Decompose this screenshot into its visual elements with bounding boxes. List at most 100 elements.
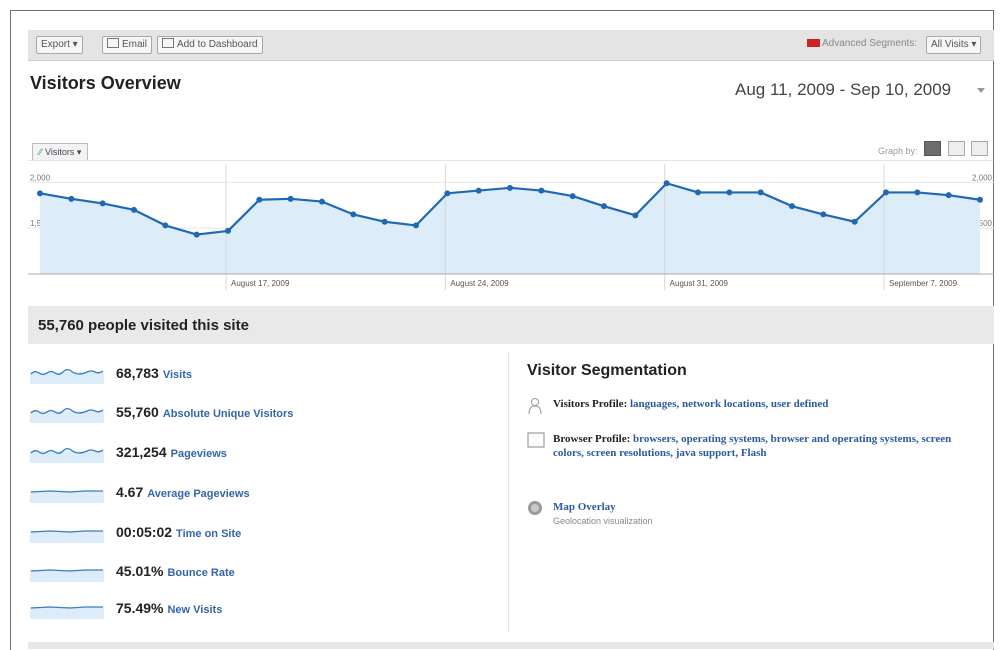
- data-point: [350, 211, 357, 218]
- browser-profile-text: Browser Profile: browsers, operating sys…: [553, 432, 983, 460]
- globe-icon: [528, 501, 542, 515]
- chevron-down-icon[interactable]: [977, 88, 985, 93]
- metric-number: 00:05:02: [116, 524, 173, 540]
- metric-label-link[interactable]: Visits: [163, 369, 192, 381]
- segment-link[interactable]: languages,: [630, 398, 679, 410]
- data-point: [757, 189, 764, 196]
- sparkline-fill: [30, 570, 104, 582]
- segment-link[interactable]: network locations,: [682, 398, 768, 410]
- sparkline-icon[interactable]: [30, 483, 104, 503]
- metric-label-link[interactable]: Average Pageviews: [147, 488, 249, 500]
- data-point: [193, 231, 200, 238]
- sparkline-icon[interactable]: [30, 443, 104, 463]
- browser-window-icon: [527, 432, 545, 448]
- data-point: [945, 192, 952, 199]
- metric-label-link[interactable]: New Visits: [167, 604, 222, 616]
- sparkline-icon[interactable]: [30, 562, 104, 582]
- page-title: Visitors Overview: [30, 73, 181, 93]
- metric-selector-tab[interactable]: ⁄⁄ Visitors ▾: [32, 143, 89, 160]
- map-overlay-link[interactable]: Map Overlay: [553, 501, 616, 513]
- sparkline-fill: [30, 531, 104, 543]
- segment-link[interactable]: screen resolutions,: [587, 447, 673, 459]
- visitors-chart[interactable]: 2,0002,0001,5001,500August 17, 2009Augus…: [28, 160, 994, 300]
- bottom-strip: [28, 642, 994, 649]
- flag-icon: [807, 39, 820, 47]
- segment-link[interactable]: user defined: [771, 398, 829, 410]
- export-button[interactable]: Export ▾: [36, 36, 83, 54]
- email-label: Email: [122, 39, 148, 50]
- map-overlay-row: Map Overlay Geolocation visualization: [527, 500, 987, 534]
- metric-number: 68,783: [116, 365, 159, 381]
- map-overlay-subtitle: Geolocation visualization: [553, 516, 653, 526]
- browser-profile-label: Browser Profile:: [553, 433, 631, 445]
- y-tick-label-right: 2,000: [972, 173, 993, 182]
- metric-value: 321,254 Pageviews: [116, 444, 227, 460]
- report-toolbar: Export ▾ Email Add to Dashboard Advanced…: [28, 30, 994, 61]
- data-point: [68, 195, 75, 202]
- email-button[interactable]: Email: [102, 36, 153, 54]
- graph-by-month-button[interactable]: [971, 141, 988, 156]
- x-tick-label: August 24, 2009: [450, 279, 509, 288]
- metric-label-link[interactable]: Pageviews: [171, 448, 227, 460]
- column-divider: [508, 352, 509, 632]
- metric-number: 75.49%: [116, 600, 164, 616]
- data-point: [726, 189, 733, 196]
- sparkline-icon[interactable]: [30, 523, 104, 543]
- visitors-profile-label: Visitors Profile:: [553, 398, 628, 410]
- segment-select-value: All Visits ▾: [931, 39, 977, 50]
- sparkline-icon[interactable]: [30, 599, 104, 619]
- line-graph-icon: ⁄⁄: [39, 147, 43, 157]
- browser-profile-row: Browser Profile: browsers, operating sys…: [527, 432, 987, 478]
- segment-link[interactable]: browser and operating systems,: [771, 433, 919, 445]
- date-range-picker[interactable]: Aug 11, 2009 - Sep 10, 2009: [735, 80, 951, 100]
- data-point: [99, 200, 106, 207]
- data-point: [256, 196, 263, 203]
- sparkline-fill: [30, 491, 104, 503]
- data-point: [538, 187, 545, 194]
- visitor-segmentation-title: Visitor Segmentation: [527, 362, 687, 379]
- metric-number: 4.67: [116, 484, 144, 500]
- metric-label-link[interactable]: Time on Site: [176, 528, 241, 540]
- metric-value: 4.67 Average Pageviews: [116, 484, 250, 500]
- sparkline-icon[interactable]: [30, 364, 104, 384]
- sparkline-fill: [30, 607, 104, 619]
- email-icon: [107, 38, 119, 48]
- data-point: [851, 218, 858, 225]
- metric-selector-label: Visitors ▾: [45, 147, 82, 157]
- sparkline-icon[interactable]: [30, 403, 104, 423]
- data-point: [663, 180, 670, 187]
- metric-label-link[interactable]: Absolute Unique Visitors: [163, 408, 294, 420]
- segment-link[interactable]: Flash: [741, 447, 767, 459]
- data-point: [601, 203, 607, 210]
- x-tick-label: August 17, 2009: [231, 279, 290, 288]
- dashboard-icon: [162, 38, 174, 48]
- data-point: [695, 189, 701, 196]
- summary-headline: 55,760 people visited this site: [38, 317, 249, 334]
- data-point: [977, 196, 983, 203]
- graph-by-day-button[interactable]: [924, 141, 941, 156]
- data-point: [820, 211, 827, 218]
- visitors-profile-row: Visitors Profile: languages, network loc…: [527, 397, 987, 417]
- visitors-profile-text: Visitors Profile: languages, network loc…: [553, 397, 983, 411]
- segment-link[interactable]: java support,: [676, 447, 738, 459]
- data-point: [319, 198, 325, 205]
- metric-number: 55,760: [116, 404, 159, 420]
- data-point: [507, 184, 513, 191]
- data-point: [162, 222, 169, 229]
- data-point: [413, 222, 419, 229]
- metric-label-link[interactable]: Bounce Rate: [167, 567, 234, 579]
- metric-value: 45.01% Bounce Rate: [116, 563, 235, 579]
- data-point: [225, 227, 231, 234]
- add-to-dashboard-button[interactable]: Add to Dashboard: [157, 36, 263, 54]
- data-point: [444, 190, 451, 197]
- metric-number: 45.01%: [116, 563, 164, 579]
- metric-value: 55,760 Absolute Unique Visitors: [116, 404, 293, 420]
- data-point: [914, 189, 921, 196]
- segment-select[interactable]: All Visits ▾: [926, 36, 982, 54]
- graph-by-week-button[interactable]: [948, 141, 965, 156]
- segment-link[interactable]: browsers,: [633, 433, 678, 445]
- x-tick-label: August 31, 2009: [670, 279, 729, 288]
- person-icon: [528, 398, 542, 415]
- segment-link[interactable]: operating systems,: [681, 433, 768, 445]
- advanced-segments-link[interactable]: Advanced Segments:: [822, 37, 917, 51]
